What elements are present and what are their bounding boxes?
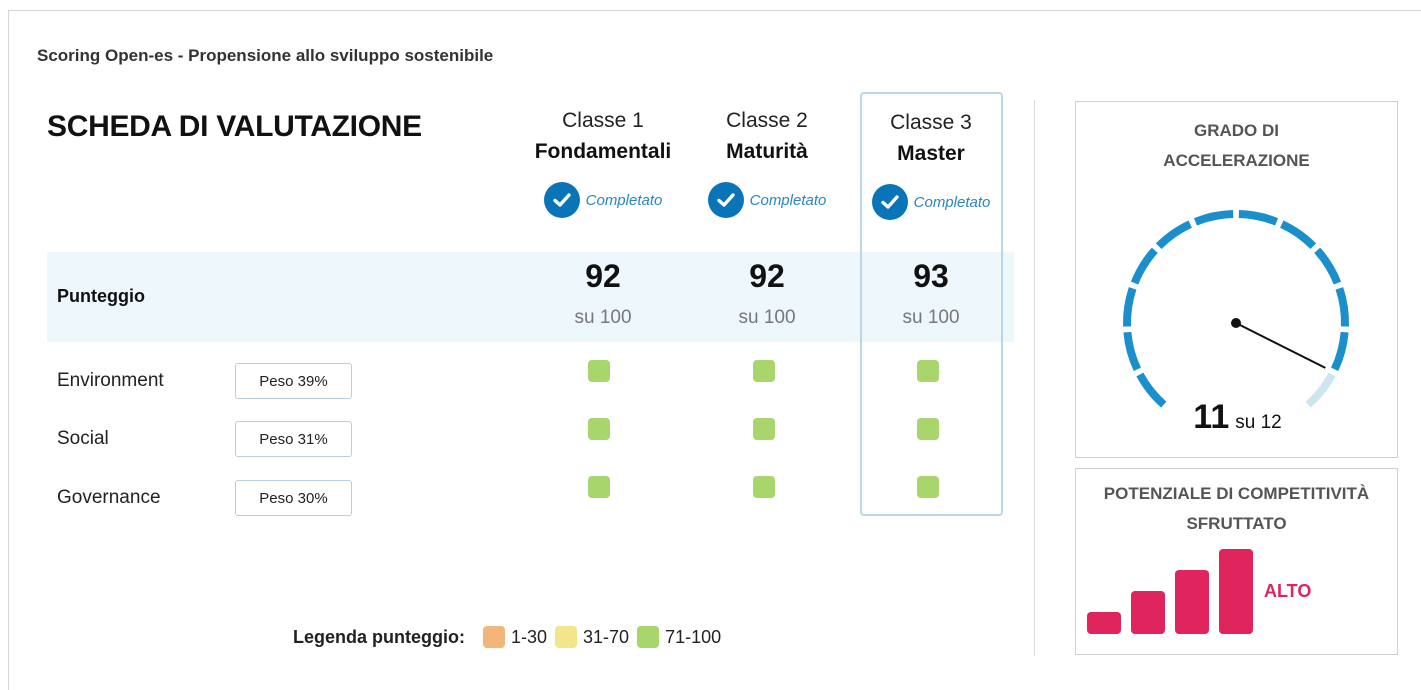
gauge-segment [1123,331,1142,372]
acceleration-title-line2: ACCELERAZIONE [1163,151,1310,170]
class-name: Classe 2 [726,109,808,132]
acceleration-title-line1: GRADO DI [1194,121,1279,140]
gauge-segment [1280,220,1317,250]
legend-label-mid: 31-70 [583,626,630,647]
check-icon [871,184,908,220]
gauge-needle-hub [1231,318,1241,328]
row-label-social: Social [57,428,109,449]
score-square [588,360,610,382]
gauge-segment [1123,287,1137,327]
vertical-divider [1034,100,1035,656]
score-value-1: 92 [585,258,621,294]
class-column-2: Classe 2 Maturità Completato [694,106,840,220]
class-status: Completato [858,182,1004,222]
class-status: Completato [694,180,840,220]
scheda-title: SCHEDA DI VALUTAZIONE [47,110,422,143]
competitivity-bar [1131,591,1165,634]
score-of-1: su 100 [574,307,632,328]
competitivity-bar [1219,549,1253,634]
score-label: Punteggio [57,286,145,306]
score-of-3: su 100 [902,307,960,328]
class-column-3: Classe 3 Master Completato [858,108,1004,222]
page-subtitle: Scoring Open-es - Propensione allo svilu… [37,46,494,65]
score-square [917,476,939,498]
row-label-environment: Environment [57,370,164,391]
score-square [753,360,775,382]
class-column-1: Classe 1 Fondamentali Completato [530,106,676,220]
gauge-of: su 12 [1235,412,1282,433]
class-subtitle: Maturità [726,140,808,163]
gauge-segment [1335,287,1349,327]
class-status: Completato [530,180,676,220]
gauge-segment [1193,210,1234,226]
score-value-2: 92 [749,258,785,294]
weight-badge-social: Peso 31% [235,421,352,457]
gauge-segment [1330,331,1349,372]
score-square [753,476,775,498]
row-label-governance: Governance [57,487,161,508]
score-square [917,418,939,440]
gauge-segment [1238,210,1279,226]
competitivity-level: ALTO [1264,581,1312,601]
score-legend: Legenda punteggio: 1-30 31-70 71-100 [293,626,721,648]
score-square [588,476,610,498]
gauge-segment [1155,220,1192,250]
score-square [917,360,939,382]
score-square [753,418,775,440]
weight-badge-environment: Peso 39% [235,363,352,399]
acceleration-panel: GRADO DI ACCELERAZIONE 11 su 12 [1075,101,1398,458]
status-text: Completato [585,191,663,209]
check-icon [707,182,744,218]
class-subtitle: Fondamentali [534,140,672,163]
legend-title: Legenda punteggio: [293,626,465,647]
competitivity-bars [1087,549,1253,634]
legend-swatch-low [482,626,505,648]
competitivity-panel: POTENZIALE DI COMPETITIVITÀ SFRUTTATO AL… [1075,468,1398,655]
gauge-readout: 11 su 12 [1076,398,1399,437]
competitivity-bar [1087,612,1121,634]
competitivity-bar [1175,570,1209,634]
gauge-value: 11 [1193,398,1230,436]
check-icon [543,182,580,218]
gauge-segment [1130,247,1158,285]
gauge-needle [1235,322,1326,369]
gauge-segment [1314,247,1342,285]
weight-badge-governance: Peso 30% [235,480,352,516]
legend-label-low: 1-30 [510,626,548,647]
legend-swatch-high [637,626,660,648]
legend-swatch-mid [555,626,578,648]
score-square [588,418,610,440]
class-name: Classe 1 [562,109,644,132]
status-text: Completato [913,193,991,211]
class-subtitle: Master [897,142,965,165]
score-of-2: su 100 [738,307,796,328]
legend-label-high: 71-100 [665,626,722,647]
score-value-3: 93 [913,258,949,294]
status-text: Completato [749,191,827,209]
class-name: Classe 3 [890,111,972,134]
